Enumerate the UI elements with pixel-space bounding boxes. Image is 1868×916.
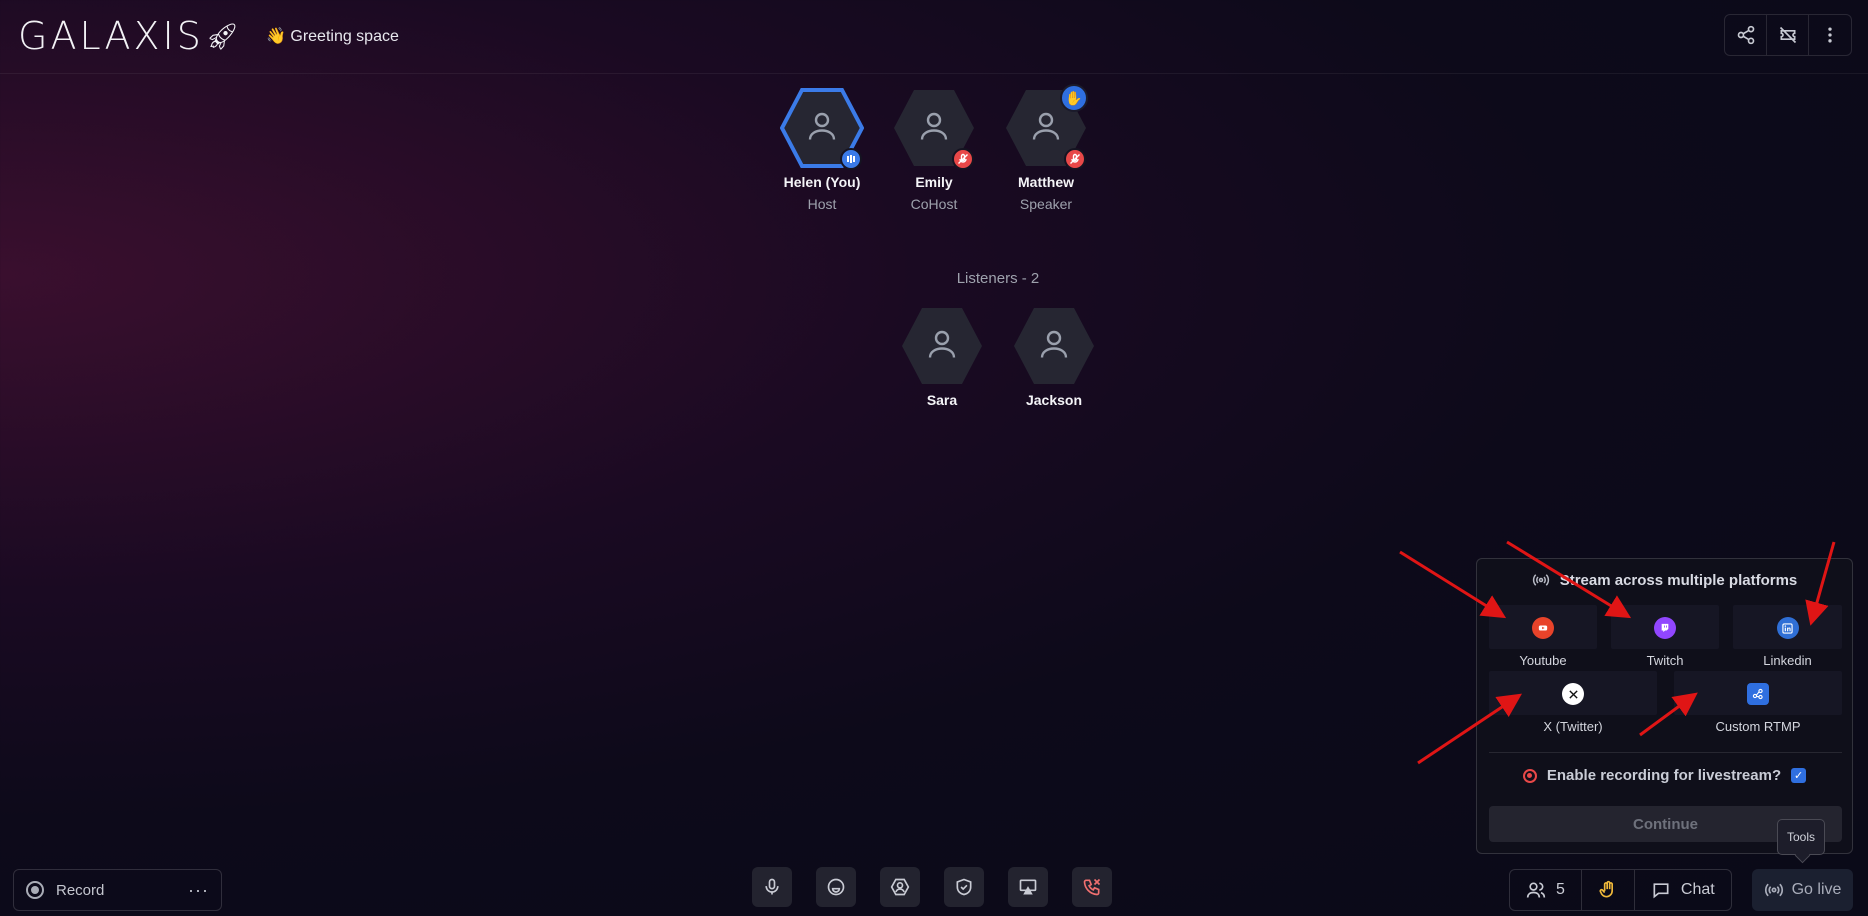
record-icon bbox=[26, 881, 44, 899]
platform-label: Twitch bbox=[1646, 653, 1684, 668]
linkedin-icon bbox=[1776, 617, 1799, 639]
listeners-section: Sara Jackson bbox=[64, 306, 1868, 408]
record-icon bbox=[1522, 768, 1537, 783]
speakers-stage: Helen (You) Host Emily CoHost ✋ Matthew … bbox=[0, 84, 1868, 212]
recording-checkbox[interactable]: ✓ bbox=[1791, 768, 1807, 783]
kebab-menu-icon bbox=[1828, 27, 1832, 43]
ticket-off-button[interactable] bbox=[1767, 15, 1809, 55]
screen-share-button[interactable] bbox=[1008, 867, 1048, 907]
avatar bbox=[900, 306, 984, 386]
microphone-button[interactable] bbox=[752, 867, 792, 907]
record-more-button[interactable]: ··· bbox=[188, 880, 209, 901]
participants-button[interactable]: 5 bbox=[1510, 870, 1582, 910]
record-control[interactable]: Record ··· bbox=[13, 869, 222, 911]
profile-button[interactable] bbox=[880, 867, 920, 907]
custom-rtmp-icon bbox=[1747, 683, 1769, 705]
more-options-button[interactable] bbox=[1809, 15, 1851, 55]
panel-divider bbox=[1489, 752, 1842, 753]
platform-label: X (Twitter) bbox=[1543, 719, 1603, 734]
listener-jackson[interactable]: Jackson bbox=[1014, 306, 1094, 408]
logo-text: GALAXIS bbox=[18, 14, 204, 58]
reactions-button[interactable] bbox=[816, 867, 856, 907]
galaxis-logo[interactable]: GALAXIS 🚀︎ bbox=[18, 14, 239, 58]
go-live-label: Go live bbox=[1791, 881, 1842, 898]
mic-muted-icon bbox=[952, 148, 974, 170]
avatar bbox=[1012, 306, 1096, 386]
top-header: GALAXIS 🚀︎ 👋 Greeting space bbox=[0, 0, 1868, 74]
rocket-icon: 🚀︎ bbox=[205, 20, 239, 51]
record-label: Record bbox=[56, 881, 105, 899]
speaker-role: Speaker bbox=[1019, 196, 1073, 212]
moderation-button[interactable] bbox=[944, 867, 984, 907]
listener-sara[interactable]: Sara bbox=[902, 306, 982, 408]
user-hexagon-icon bbox=[890, 878, 910, 896]
user-icon bbox=[1040, 330, 1068, 358]
screen-share-icon bbox=[1019, 879, 1037, 895]
go-live-button[interactable]: Go live bbox=[1752, 869, 1853, 911]
share-button[interactable] bbox=[1725, 15, 1767, 55]
microphone-icon bbox=[765, 878, 779, 895]
phone-x-icon bbox=[1083, 878, 1101, 896]
chat-label: Chat bbox=[1680, 881, 1715, 898]
users-icon bbox=[1526, 882, 1546, 898]
header-actions bbox=[1724, 14, 1852, 56]
speaker-role: Host bbox=[807, 196, 837, 212]
recording-option: Enable recording for livestream? ✓ bbox=[1477, 767, 1852, 784]
user-icon bbox=[920, 112, 948, 140]
user-icon bbox=[808, 112, 836, 140]
chat-button[interactable]: Chat bbox=[1635, 870, 1731, 910]
space-title: 👋 Greeting space bbox=[266, 28, 399, 45]
share-icon bbox=[1737, 25, 1754, 45]
speaker-name: Helen (You) bbox=[783, 174, 861, 190]
platform-custom-rtmp[interactable] bbox=[1674, 671, 1842, 715]
media-controls bbox=[752, 867, 1112, 907]
platform-youtube[interactable] bbox=[1489, 605, 1597, 649]
platform-linkedin[interactable] bbox=[1733, 605, 1842, 649]
recording-label: Enable recording for livestream? bbox=[1546, 767, 1782, 784]
platform-label: Youtube bbox=[1519, 653, 1567, 668]
avatar bbox=[780, 88, 864, 170]
platform-label: Linkedin bbox=[1763, 653, 1812, 668]
hand-icon bbox=[1599, 880, 1613, 898]
chat-icon bbox=[1653, 883, 1669, 899]
listeners-title: Listeners - 2 bbox=[956, 270, 1040, 287]
mic-muted-icon bbox=[1064, 148, 1086, 170]
raise-hand-button[interactable] bbox=[1582, 870, 1635, 910]
x-twitter-icon bbox=[1562, 683, 1584, 705]
raised-hand-icon: ✋ bbox=[1060, 84, 1088, 112]
leave-call-button[interactable] bbox=[1072, 867, 1112, 907]
participants-count: 5 bbox=[1556, 881, 1565, 898]
panel-title: Stream across multiple platforms bbox=[1477, 571, 1852, 589]
avatar: ✋ bbox=[1004, 84, 1088, 170]
tools-tooltip: Tools bbox=[1777, 819, 1825, 855]
platform-twitch[interactable] bbox=[1611, 605, 1719, 649]
listener-name: Sara bbox=[926, 392, 958, 408]
youtube-icon bbox=[1532, 617, 1554, 639]
speaker-name: Matthew bbox=[1018, 174, 1074, 190]
listener-name: Jackson bbox=[1025, 392, 1083, 408]
shield-check-icon bbox=[956, 878, 972, 896]
right-controls: 5 Chat bbox=[1509, 869, 1732, 911]
platform-x-twitter[interactable] bbox=[1489, 671, 1657, 715]
speaker-matthew[interactable]: ✋ Matthew Speaker bbox=[1004, 84, 1088, 212]
speaker-emily[interactable]: Emily CoHost bbox=[894, 88, 974, 212]
panel-title-text: Stream across multiple platforms bbox=[1559, 571, 1798, 589]
broadcast-icon bbox=[1764, 883, 1783, 897]
stream-platforms-panel: Stream across multiple platforms Youtube… bbox=[1476, 558, 1853, 854]
twitch-icon bbox=[1654, 617, 1676, 639]
platform-label: Custom RTMP bbox=[1715, 719, 1801, 734]
speaker-role: CoHost bbox=[910, 196, 958, 212]
user-icon bbox=[928, 330, 956, 358]
emoji-icon bbox=[827, 878, 845, 896]
speaker-helen[interactable]: Helen (You) Host bbox=[780, 88, 864, 212]
speaking-indicator-icon bbox=[840, 148, 862, 170]
speaker-name: Emily bbox=[915, 174, 953, 190]
broadcast-icon bbox=[1532, 574, 1549, 586]
ticket-off-icon bbox=[1779, 26, 1796, 44]
avatar bbox=[892, 88, 976, 170]
user-icon bbox=[1032, 112, 1060, 140]
